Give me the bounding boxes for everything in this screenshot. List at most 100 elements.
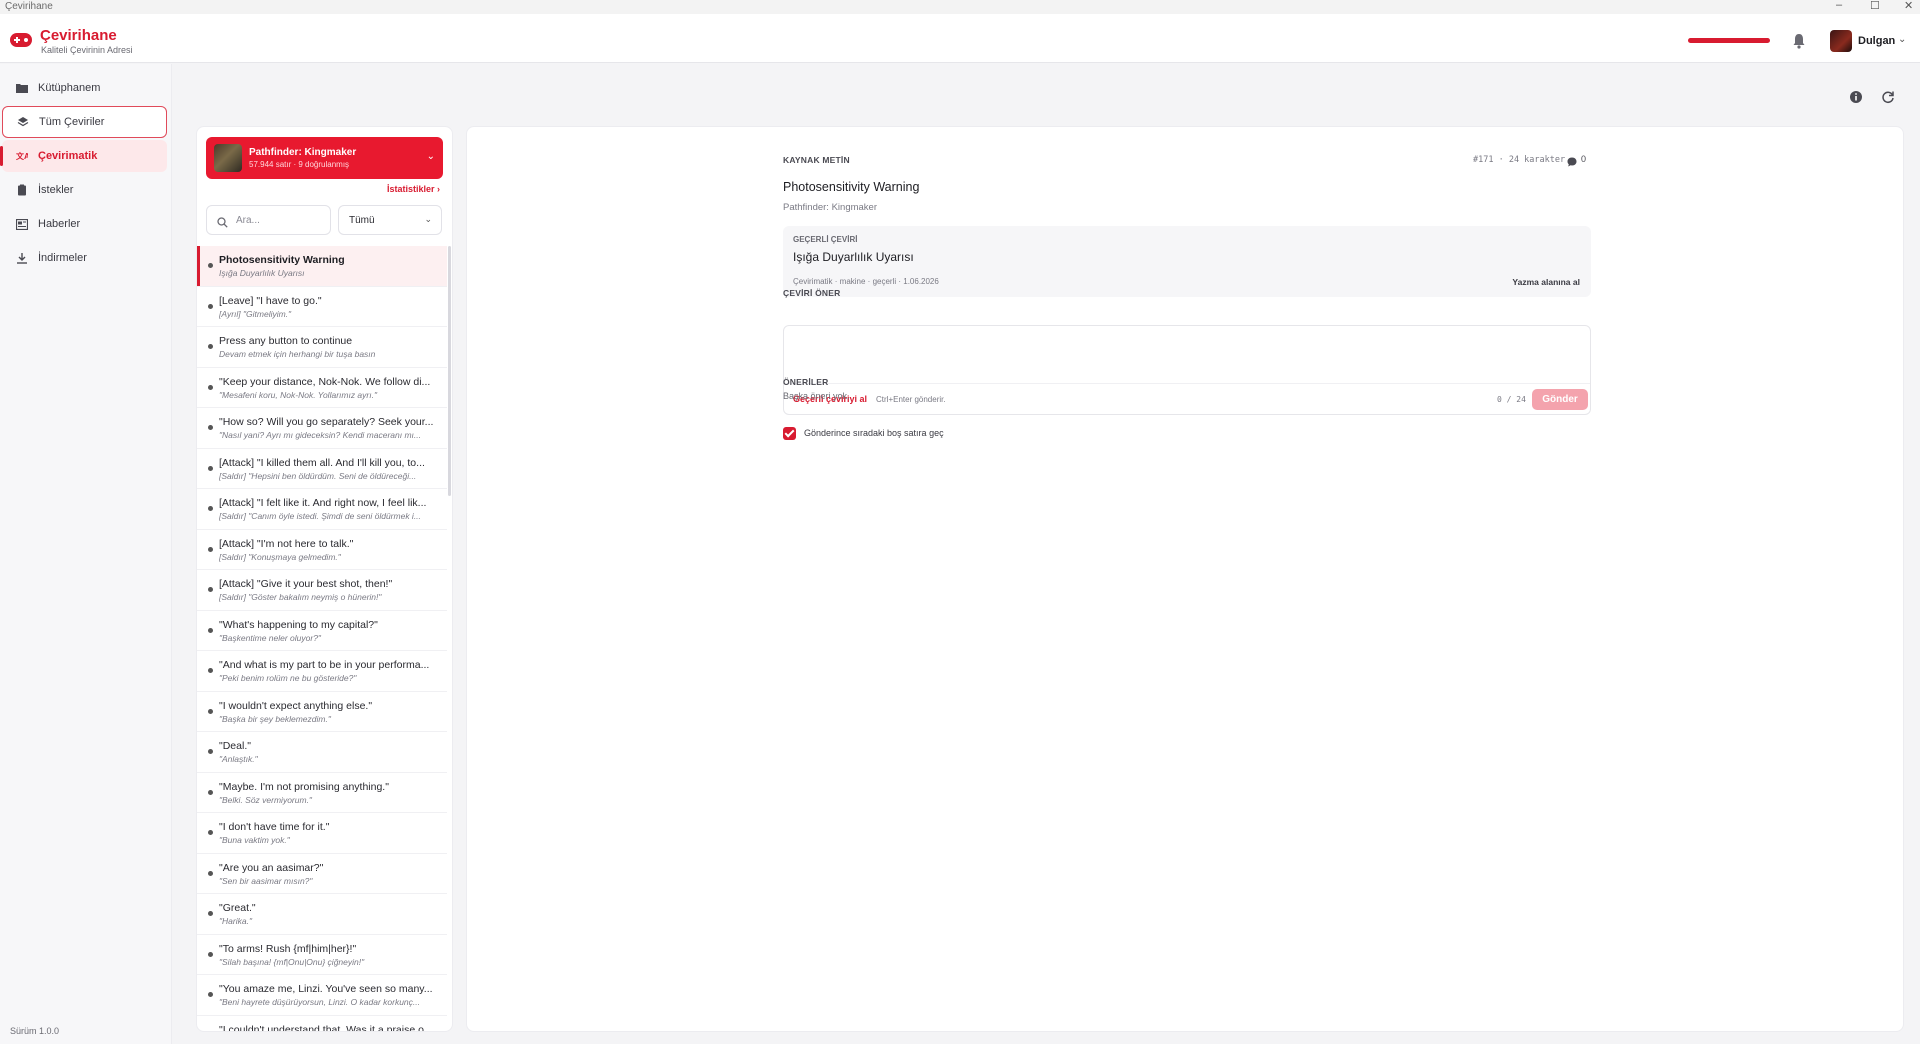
list-item[interactable]: "I couldn't understand that. Was it a pr… <box>197 1016 447 1032</box>
sidebar-item-label: Çevirimatik <box>38 150 98 162</box>
list-item[interactable]: "Maybe. I'm not promising anything." "Bel… <box>197 773 447 813</box>
list-item[interactable]: [Attack] "I felt like it. And right now,… <box>197 489 447 530</box>
list-item[interactable]: "And what is my part to be in your perfo… <box>197 651 447 692</box>
list-item[interactable]: Photosensitivity Warning Işığa Duyarlılık… <box>197 246 447 287</box>
comment-count: 0 <box>1581 154 1587 164</box>
no-suggestions-text: Başka öneri yok. <box>783 391 850 401</box>
source-text: Photosensitivity Warning <box>783 180 920 194</box>
list-scrollbar[interactable] <box>448 246 451 496</box>
source-game: Pathfinder: Kingmaker <box>783 202 877 213</box>
list-item-translation: "Peki benim rolüm ne bu gösteride?" <box>219 673 357 683</box>
sidebar-item-label: İstekler <box>38 184 74 196</box>
list-item-source: "You amaze me, Linzi. You've seen so man… <box>219 983 433 995</box>
sidebar-item-label: Tüm Çeviriler <box>39 116 105 128</box>
statistics-link[interactable]: İstatistikler › <box>387 184 440 194</box>
copy-to-editor-button[interactable]: Yazma alanına al <box>1512 277 1580 287</box>
status-dot <box>208 789 213 795</box>
list-item-source: [Attack] "Give it your best shot, then!" <box>219 578 393 590</box>
suggestion-editor: Geçerli çeviriyi al Ctrl+Enter gönderir.… <box>783 325 1591 415</box>
list-item[interactable]: "Deal." "Anlaştık." <box>197 732 447 773</box>
filter-select[interactable]: Tümü ⌄ <box>338 205 442 235</box>
search-icon <box>217 215 228 228</box>
suggestion-textarea[interactable] <box>784 326 1590 382</box>
list-item-translation: "Sen bir aasimar mısın?" <box>219 875 313 886</box>
suggest-label: ÇEVİRİ ÖNER <box>783 288 841 298</box>
search-input[interactable]: Ara... <box>206 205 331 235</box>
list-item[interactable]: "Keep your distance, Nok-Nok. We follow … <box>197 368 447 408</box>
clipboard-icon <box>16 184 28 196</box>
bell-icon[interactable] <box>1792 33 1806 49</box>
list-item[interactable]: "You amaze me, Linzi. You've seen so man… <box>197 975 447 1016</box>
window-title: Çevirihane <box>5 1 53 12</box>
list-item-translation: "Silah başına! {mf|Onu|Onu} çiğneyin!" <box>219 956 365 967</box>
sidebar-item-cevirimatik[interactable]: 文A Çevirimatik <box>0 140 167 172</box>
list-item-translation: [Saldır] "Canım öyle istedi. Şimdi de se… <box>219 511 421 521</box>
status-dot <box>208 506 213 511</box>
maximize-button[interactable]: ☐ <box>1870 0 1880 12</box>
list-item-translation: [Saldır] "Göster bakalım neymiş o hüneri… <box>219 592 382 602</box>
sidebar-item-all-translations[interactable]: Tüm Çeviriler <box>2 106 167 138</box>
list-item-translation: "Anlaştık." <box>219 754 258 764</box>
list-item[interactable]: [Attack] "Give it your best shot, then!"… <box>197 570 447 611</box>
minimize-button[interactable]: – <box>1836 0 1842 11</box>
list-item[interactable]: "I don't have time for it." "Buna vaktim … <box>197 813 447 854</box>
list-item[interactable]: "I wouldn't expect anything else." "Başka… <box>197 692 447 732</box>
list-item-translation: "Belki. Söz vermiyorum." <box>219 794 312 805</box>
download-icon <box>16 252 28 264</box>
list-item-source: "Are you an aasimar?" <box>219 861 324 874</box>
list-item-source: [Attack] "I felt like it. And right now,… <box>219 497 427 509</box>
chevron-down-icon[interactable]: ⌄ <box>1898 34 1906 45</box>
list-item-source: Photosensitivity Warning <box>219 254 345 266</box>
user-avatar[interactable] <box>1830 30 1852 52</box>
close-window-button[interactable]: ✕ <box>1904 0 1913 12</box>
list-item[interactable]: "To arms! Rush {mf|him|her}!" "Silah başı… <box>197 935 447 975</box>
sidebar-item-downloads[interactable]: İndirmeler <box>2 242 167 274</box>
status-dot <box>208 708 213 714</box>
list-item[interactable]: [Attack] "I killed them all. And I'll ki… <box>197 449 447 489</box>
list-item[interactable]: "Are you an aasimar?" "Sen bir aasimar mı… <box>197 854 447 894</box>
info-icon[interactable] <box>1849 90 1863 104</box>
username[interactable]: Dulgan <box>1858 35 1895 47</box>
list-item-source: [Attack] "I killed them all. And I'll ki… <box>219 456 425 469</box>
status-dot <box>208 303 213 309</box>
list-item[interactable]: "How so? Will you go separately? Seek yo… <box>197 408 447 449</box>
game-selector[interactable]: Pathfinder: Kingmaker 57.944 satır · 9 d… <box>206 137 443 179</box>
sidebar-item-library[interactable]: Kütüphanem <box>2 72 167 104</box>
folder-icon <box>16 82 28 94</box>
app-tagline: Kaliteli Çevirinin Adresi <box>41 45 133 55</box>
status-dot <box>208 627 213 633</box>
list-item[interactable]: Press any button to continue Devam etmek … <box>197 327 447 368</box>
list-item-translation: "Buna vaktim yok." <box>219 835 290 845</box>
sidebar-item-label: İndirmeler <box>38 252 87 264</box>
status-dot <box>208 344 213 349</box>
filter-value: Tümü <box>349 215 375 226</box>
list-item-source: "I don't have time for it." <box>219 821 330 833</box>
list-item-translation: "Nasıl yani? Ayrı mı gideceksin? Kendi m… <box>219 430 421 440</box>
translation-list-panel: Pathfinder: Kingmaker 57.944 satır · 9 d… <box>196 126 453 1032</box>
list-item-translation: "Başka bir şey beklemezdim." <box>219 713 331 724</box>
list-item[interactable]: [Leave] "I have to go." [Ayrıl] "Gitmeliy… <box>197 287 447 327</box>
sidebar-item-news[interactable]: Haberler <box>2 208 167 240</box>
comment-icon[interactable] <box>1567 154 1577 167</box>
newspaper-icon <box>16 218 28 230</box>
auto-advance-checkbox[interactable] <box>783 427 796 440</box>
list-item-source: "Great." <box>219 902 256 914</box>
sidebar: Kütüphanem Tüm Çeviriler 文A Çevirimatik … <box>0 64 172 1044</box>
refresh-icon[interactable] <box>1881 90 1895 104</box>
search-placeholder: Ara... <box>236 215 260 226</box>
sidebar-item-requests[interactable]: İstekler <box>2 174 167 206</box>
send-button[interactable]: Gönder <box>1532 389 1588 410</box>
list-item[interactable]: [Attack] "I'm not here to talk." [Saldır]… <box>197 530 447 570</box>
source-text-label: KAYNAK METİN <box>783 155 850 165</box>
app-brand[interactable]: Çevirihane <box>40 27 117 44</box>
list-item[interactable]: "Great." "Harika." <box>197 894 447 935</box>
list-item-translation: "Beni hayrete düşürüyorsun, Linzi. O kad… <box>219 997 420 1007</box>
list-item-source: Press any button to continue <box>219 335 353 347</box>
list-item-source: "How so? Will you go separately? Seek yo… <box>219 416 434 428</box>
sidebar-item-label: Kütüphanem <box>38 82 101 94</box>
list-item-translation: "Harika." <box>219 916 252 926</box>
user-progress-bar <box>1688 38 1770 43</box>
list-item[interactable]: "What's happening to my capital?" "Başken… <box>197 611 447 651</box>
app-version: Sürüm 1.0.0 <box>10 1026 60 1036</box>
char-count: 0 / 24 <box>1497 395 1526 404</box>
